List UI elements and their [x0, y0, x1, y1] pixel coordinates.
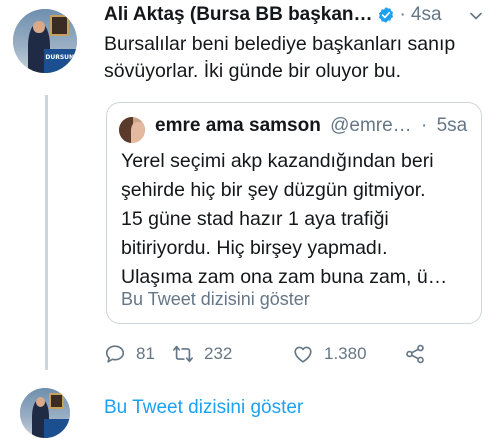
verified-icon	[378, 7, 393, 23]
quote-timestamp: 5sa	[436, 115, 468, 136]
tweet-timestamp[interactable]: 4sa	[411, 4, 442, 26]
avatar-desk-label: DURSUN	[45, 53, 75, 61]
tweet-header: Ali Aktaş (Bursa BB başkan… · 4sa	[104, 4, 484, 26]
reply-icon	[105, 345, 125, 363]
like-button[interactable]: 1.380	[292, 340, 367, 368]
quote-handle: @emre…	[330, 115, 412, 136]
quoted-tweet[interactable]: emre ama samson @emre… · 5sa Yerel seçim…	[106, 102, 482, 324]
quote-author-name: emre ama samson	[155, 115, 321, 136]
tweet-text: Bursalılar beni belediye başkanları sanı…	[104, 33, 456, 82]
quote-avatar[interactable]	[119, 117, 145, 143]
show-thread-link[interactable]: Bu Tweet dizisini göster	[104, 397, 303, 419]
quote-text: Yerel seçimi akp kazandığından beri şehi…	[121, 150, 448, 288]
reply-button[interactable]: 81	[104, 340, 155, 368]
reply-count: 81	[136, 344, 155, 363]
share-icon	[406, 344, 424, 364]
like-count: 1.380	[324, 344, 367, 363]
header-separator: ·	[399, 4, 406, 25]
quote-show-thread-link[interactable]: Bu Tweet dizisini göster	[121, 289, 310, 310]
retweet-count: 232	[204, 344, 233, 363]
tweet-actions: 81 232 1.380	[104, 340, 484, 368]
quote-header: emre ama samson @emre… · 5sa	[155, 115, 467, 137]
share-button[interactable]	[404, 340, 426, 368]
thread-line	[45, 95, 48, 370]
retweet-icon	[173, 345, 193, 363]
author-name[interactable]: Ali Aktaş (Bursa BB başkan…	[104, 4, 373, 26]
retweet-button[interactable]: 232	[172, 340, 232, 368]
caret-down-icon[interactable]	[468, 8, 484, 24]
like-icon	[294, 346, 312, 363]
avatar[interactable]: DURSUN	[13, 9, 77, 73]
quote-separator: ·	[420, 115, 428, 136]
